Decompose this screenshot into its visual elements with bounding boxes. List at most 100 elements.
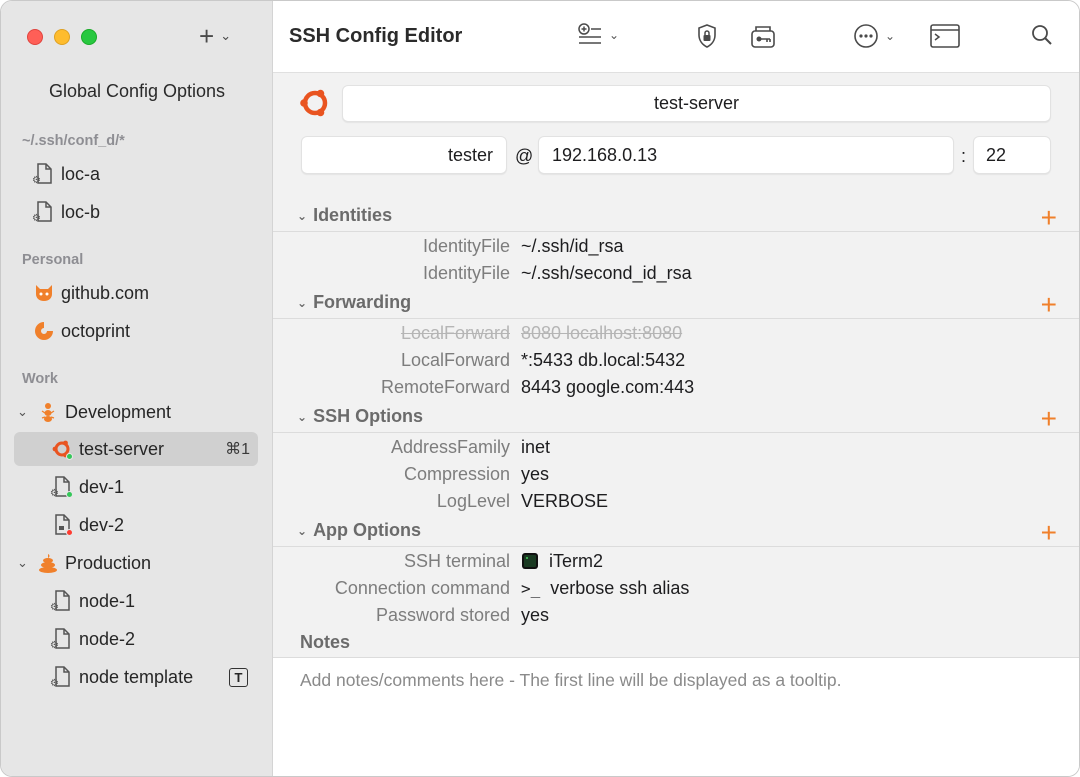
option-value-container[interactable]: iTerm2	[521, 551, 603, 572]
option-row[interactable]: SSH terminal iTerm2	[273, 548, 1079, 574]
sidebar-group-production[interactable]: ⌄ Production	[17, 546, 258, 580]
option-row[interactable]: IdentityFile ~/.ssh/second_id_rsa	[273, 260, 1079, 286]
sidebar-item-label: Production	[65, 552, 152, 573]
host-name-value: test-server	[653, 93, 740, 113]
sidebar-item-node-2[interactable]: ⚙ node-2	[50, 622, 258, 656]
option-value[interactable]: 8443 google.com:443	[521, 377, 694, 398]
sidebar-item-test-server[interactable]: test-server ⌘1	[14, 432, 258, 466]
option-row[interactable]: AddressFamily inet	[273, 434, 1079, 460]
sidebar-item-node-1[interactable]: ⚙ node-1	[50, 584, 258, 618]
add-app-option-button[interactable]: +	[1041, 519, 1057, 547]
add-host-menu-button[interactable]: + ⌄	[199, 23, 231, 49]
section-title: Forwarding	[313, 292, 412, 312]
ubuntu-icon	[300, 89, 328, 117]
close-window-button[interactable]	[27, 29, 43, 45]
file-lock-icon	[51, 514, 73, 536]
toolbar: SSH Config Editor ⌄ ⌄	[273, 1, 1079, 73]
sidebar-item-octoprint[interactable]: octoprint	[33, 314, 258, 348]
option-row[interactable]: Password stored yes	[273, 602, 1079, 628]
notes-textarea[interactable]: Add notes/comments here - The first line…	[273, 657, 1079, 776]
sidebar-item-label: test-server	[79, 438, 165, 459]
chevron-down-icon[interactable]: ⌄	[17, 555, 35, 571]
open-terminal-button[interactable]	[929, 23, 961, 49]
template-badge: T	[229, 667, 248, 687]
user-value: tester	[447, 144, 493, 165]
option-value: verbose ssh alias	[550, 577, 690, 598]
minimize-window-button[interactable]	[54, 29, 70, 45]
option-key: Password stored	[375, 604, 510, 625]
option-row-disabled[interactable]: LocalForward 8080 localhost:8080	[273, 320, 1079, 346]
chevron-down-icon: ⌄	[885, 29, 896, 43]
option-row[interactable]: IdentityFile ~/.ssh/id_rsa	[273, 233, 1079, 259]
sidebar-item-label: dev-2	[79, 514, 125, 535]
main-pane: SSH Config Editor ⌄ ⌄ test-server tester…	[273, 1, 1079, 776]
divider	[273, 432, 1079, 433]
user-field[interactable]: tester	[301, 136, 507, 174]
github-cat-icon	[33, 282, 55, 304]
security-button[interactable]	[696, 23, 718, 49]
sidebar-item-node-template[interactable]: ⚙ node template T	[50, 660, 258, 694]
option-value[interactable]: ~/.ssh/second_id_rsa	[521, 263, 692, 284]
sidebar-group-development[interactable]: ⌄ Development	[17, 395, 258, 429]
option-key: IdentityFile	[422, 262, 510, 283]
option-value[interactable]: inet	[521, 437, 550, 458]
sidebar-section-conf-d: ~/.ssh/conf_d/*	[22, 133, 125, 149]
option-value: iTerm2	[549, 550, 604, 571]
port-field[interactable]: 22	[973, 136, 1051, 174]
global-config-options[interactable]: Global Config Options	[1, 81, 273, 102]
section-ssh-options-header[interactable]: ⌄ SSH Options	[297, 406, 423, 427]
search-button[interactable]	[1030, 23, 1054, 47]
option-row[interactable]: Compression yes	[273, 461, 1079, 487]
add-ssh-option-button[interactable]: +	[1041, 405, 1057, 433]
option-value[interactable]: VERBOSE	[521, 491, 608, 512]
host-icon-picker[interactable]	[299, 87, 331, 124]
option-value-container[interactable]: >_ verbose ssh alias	[521, 578, 689, 599]
add-identity-button[interactable]: +	[1041, 204, 1057, 232]
sidebar-item-github[interactable]: github.com	[33, 276, 258, 310]
app-title: SSH Config Editor	[289, 25, 463, 47]
colon-separator: :	[961, 146, 967, 166]
section-forwarding-header[interactable]: ⌄ Forwarding	[297, 292, 411, 313]
option-row[interactable]: LogLevel VERBOSE	[273, 488, 1079, 514]
option-value[interactable]: ~/.ssh/id_rsa	[521, 236, 624, 257]
add-forwarding-button[interactable]: +	[1041, 291, 1057, 319]
sidebar-item-dev-1[interactable]: ⚙ dev-1	[50, 470, 258, 504]
section-app-options-header[interactable]: ⌄ App Options	[297, 520, 421, 541]
chevron-down-icon[interactable]: ⌄	[17, 404, 35, 420]
option-value[interactable]: yes	[521, 464, 549, 485]
sidebar-item-loc-a[interactable]: ⚙ loc-a	[32, 157, 258, 191]
sidebar-item-label: dev-1	[79, 476, 125, 497]
option-row[interactable]: Connection command >_ verbose ssh alias	[273, 575, 1079, 601]
ellipsis-circle-icon	[854, 24, 878, 48]
hostname-field[interactable]: 192.168.0.13	[538, 136, 954, 174]
option-value[interactable]: yes	[521, 605, 549, 626]
poop-icon	[37, 552, 59, 574]
option-key: IdentityFile	[422, 235, 510, 256]
option-value[interactable]: 8080 localhost:8080	[521, 323, 682, 344]
add-option-menu-button[interactable]: ⌄	[577, 23, 619, 47]
section-identities-header[interactable]: ⌄ Identities	[297, 205, 392, 226]
option-row[interactable]: LocalForward *:5433 db.local:5432	[273, 347, 1079, 373]
ubuntu-icon	[51, 438, 73, 460]
option-row[interactable]: RemoteForward 8443 google.com:443	[273, 374, 1079, 400]
option-key: Compression	[403, 463, 510, 484]
sidebar-item-label: loc-b	[61, 201, 101, 222]
sidebar-item-dev-2[interactable]: dev-2	[51, 508, 258, 542]
window-controls	[27, 29, 97, 45]
chevron-down-icon: ⌄	[297, 295, 308, 310]
sidebar-item-label: loc-a	[61, 163, 101, 184]
host-name-field[interactable]: test-server	[342, 85, 1051, 122]
keychain-button[interactable]	[750, 23, 776, 49]
list-add-icon	[578, 23, 601, 44]
zoom-window-button[interactable]	[81, 29, 97, 45]
sidebar-item-loc-b[interactable]: ⚙ loc-b	[32, 195, 258, 229]
sidebar-section-personal: Personal	[22, 252, 84, 268]
option-value[interactable]: *:5433 db.local:5432	[521, 350, 685, 371]
more-actions-menu-button[interactable]: ⌄	[853, 23, 895, 49]
sidebar-item-label: node-2	[79, 628, 136, 649]
file-gear-icon: ⚙	[50, 590, 73, 613]
option-key: RemoteForward	[380, 376, 510, 397]
chevron-down-icon: ⌄	[220, 28, 232, 43]
terminal-window-icon	[930, 24, 960, 48]
app-window: + ⌄ Global Config Options ~/.ssh/conf_d/…	[0, 0, 1080, 777]
